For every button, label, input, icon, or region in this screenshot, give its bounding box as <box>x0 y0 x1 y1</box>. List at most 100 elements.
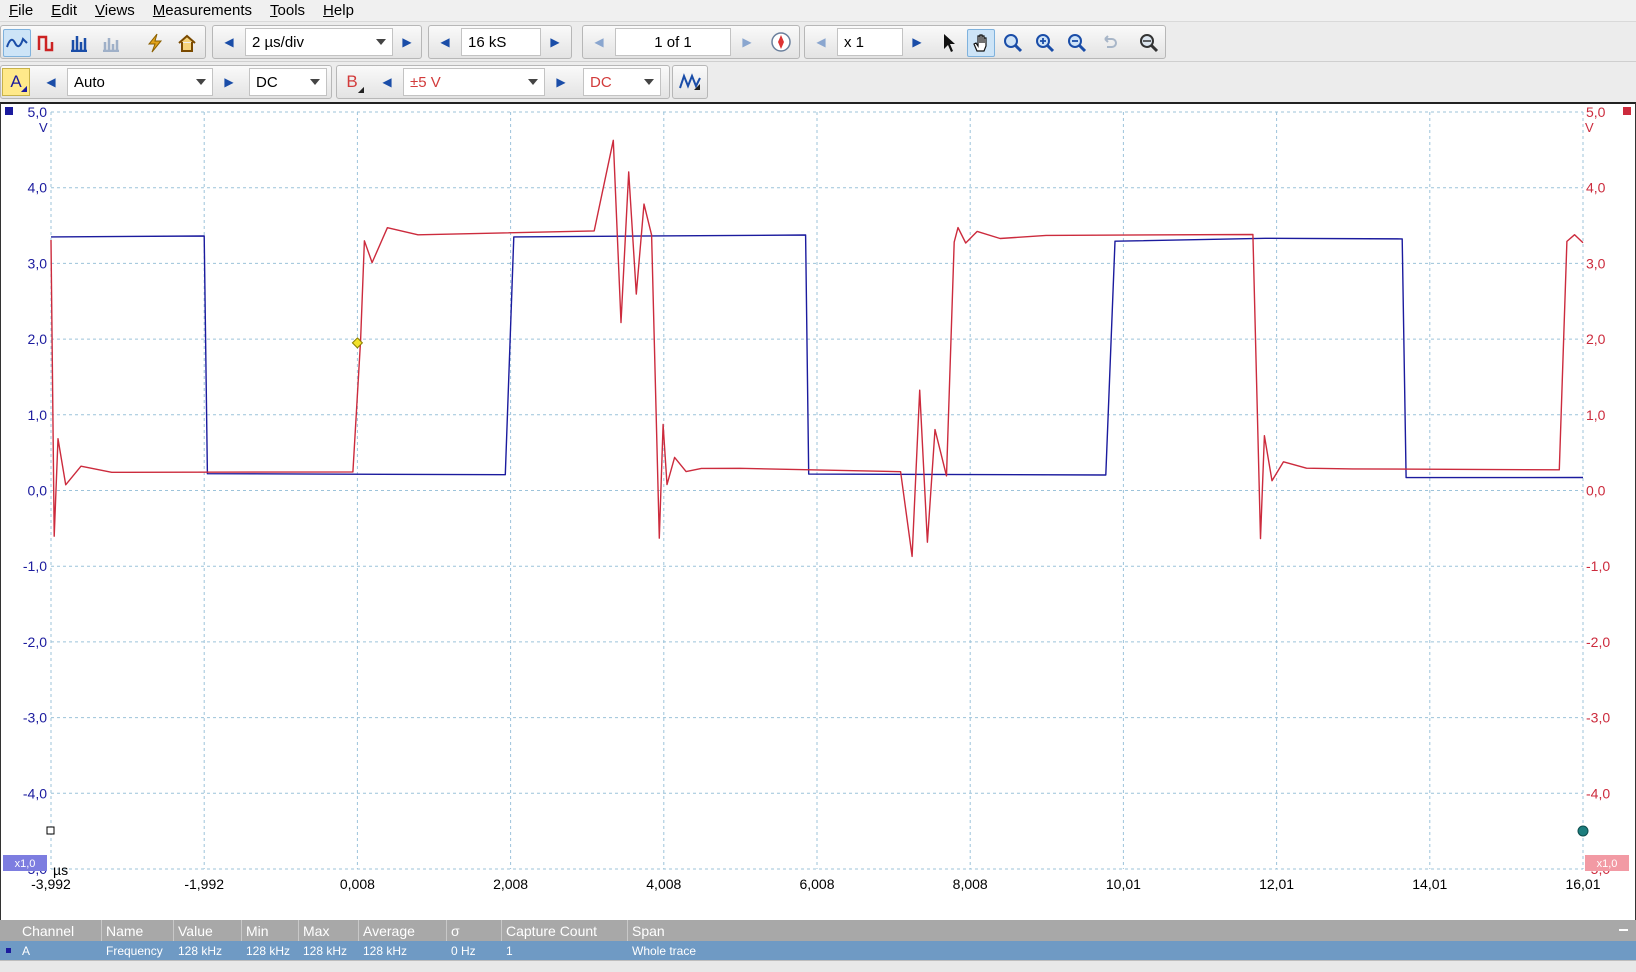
chevron-down-icon <box>376 39 386 45</box>
cell-span: Whole trace <box>632 943 697 958</box>
zoom-out-icon[interactable] <box>1063 29 1091 57</box>
picoscope-window: File Edit Views Measurements Tools Help <box>0 0 1636 972</box>
x-tick-label: 8,008 <box>953 876 988 892</box>
y-tick-label-right: 5,0 <box>1586 104 1606 120</box>
spectrum-mode-icon[interactable] <box>65 29 93 57</box>
mode-group <box>0 25 206 59</box>
scope-mode-icon[interactable] <box>3 29 31 57</box>
menu-views[interactable]: Views <box>86 0 144 22</box>
chevron-down-icon <box>310 79 320 85</box>
persistence-mode-icon[interactable] <box>33 29 61 57</box>
col-channel[interactable]: Channel <box>18 920 102 941</box>
math-group <box>672 65 708 99</box>
y-tick-label-right: -4,0 <box>1586 785 1610 801</box>
chevron-down-icon <box>644 79 654 85</box>
ruler-handle-right[interactable] <box>1577 825 1589 837</box>
spectrum-persist-icon[interactable] <box>97 29 125 57</box>
pointer-icon[interactable] <box>935 29 963 57</box>
channel-a-range-next-button[interactable]: ▶ <box>215 68 243 96</box>
channel-a-marker[interactable] <box>5 107 13 115</box>
channel-options-icon: ◢ <box>20 84 27 93</box>
y-tick-label-left: 4,0 <box>28 180 48 196</box>
col-min[interactable]: Min <box>242 920 299 941</box>
col-value[interactable]: Value <box>174 920 242 941</box>
x-tick-label: 4,008 <box>646 876 681 892</box>
zoom-prev-button[interactable]: ◀ <box>807 28 835 56</box>
scope-view[interactable]: 5,04,03,02,01,00,0-1,0-2,0-3,0-4,0-5,0 5… <box>0 102 1636 920</box>
cell-channel: A <box>22 943 31 958</box>
channel-b-marker[interactable] <box>1623 107 1631 115</box>
y-axis-left-ticks: 5,04,03,02,01,00,0-1,0-2,0-3,0-4,0-5,0 <box>23 104 47 877</box>
y-tick-label-right: 1,0 <box>1586 407 1606 423</box>
x-tick-label: -3,992 <box>31 876 71 892</box>
channel-b-button[interactable]: B ◢ <box>338 68 366 96</box>
timebase-select[interactable]: 2 µs/div <box>245 28 393 56</box>
channel-b-range-prev-button[interactable]: ◀ <box>373 68 401 96</box>
chevron-down-icon <box>528 79 538 85</box>
home-icon[interactable] <box>173 29 201 57</box>
zoom-field[interactable]: x 1 <box>837 28 903 56</box>
channel-b-coupling-select[interactable]: DC <box>583 68 661 96</box>
y-tick-label-left: 1,0 <box>28 407 48 423</box>
buffer-prev-button[interactable]: ◀ <box>585 28 613 56</box>
col-max[interactable]: Max <box>299 920 359 941</box>
y-tick-label-right: 3,0 <box>1586 255 1606 271</box>
col-name[interactable]: Name <box>102 920 174 941</box>
samples-prev-button[interactable]: ◀ <box>431 28 459 56</box>
buffer-field[interactable]: 1 of 1 <box>615 28 731 56</box>
zoom-in-icon[interactable] <box>1031 29 1059 57</box>
zoom-overview-icon[interactable] <box>1135 29 1163 57</box>
scale-left-label: x1,0 <box>15 858 36 870</box>
timebase-next-button[interactable]: ▶ <box>393 28 421 56</box>
channel-a-range-prev-button[interactable]: ◀ <box>37 68 65 96</box>
channel-a-button[interactable]: A ◢ <box>2 68 30 96</box>
timebase-prev-button[interactable]: ◀ <box>215 28 243 56</box>
menu-tools[interactable]: Tools <box>261 0 314 22</box>
menu-edit[interactable]: Edit <box>42 0 86 22</box>
cell-average: 128 kHz <box>363 943 408 958</box>
channel-color-icon <box>6 948 11 953</box>
col-average[interactable]: Average <box>359 920 447 941</box>
scale-right-label: x1,0 <box>1597 858 1618 870</box>
menu-measurements[interactable]: Measurements <box>144 0 261 22</box>
col-span[interactable]: Span <box>628 920 1618 941</box>
samples-field[interactable]: 16 kS <box>461 28 541 56</box>
x-tick-label: 2,008 <box>493 876 528 892</box>
ruler-handle-left[interactable] <box>46 826 55 835</box>
menu-help[interactable]: Help <box>314 0 363 22</box>
measurements-table: Channel Name Value Min Max Average σ Cap… <box>0 920 1636 960</box>
cell-max: 128 kHz <box>303 943 348 958</box>
menu-file[interactable]: File <box>0 0 42 22</box>
x-tick-label: 14,01 <box>1412 876 1447 892</box>
cell-value: 128 kHz <box>178 943 223 958</box>
y-tick-label-right: -3,0 <box>1586 710 1610 726</box>
col-sigma[interactable]: σ <box>447 920 502 941</box>
samples-next-button[interactable]: ▶ <box>541 28 569 56</box>
collapse-icon[interactable] <box>1619 929 1628 931</box>
cell-sigma: 0 Hz <box>451 943 476 958</box>
hand-tool-icon[interactable] <box>967 29 995 57</box>
buffer-next-button[interactable]: ▶ <box>733 28 761 56</box>
auto-setup-icon[interactable] <box>141 29 169 57</box>
timebase-group: ◀ 2 µs/div ▶ <box>212 25 422 59</box>
channel-b-range-next-button[interactable]: ▶ <box>547 68 575 96</box>
col-capture-count[interactable]: Capture Count <box>502 920 628 941</box>
channel-b-range-select[interactable]: ±5 V <box>403 68 545 96</box>
y-tick-label-left: 0,0 <box>28 483 48 499</box>
channel-options-icon: ◢ <box>357 85 364 94</box>
menu-bar: File Edit Views Measurements Tools Help <box>0 0 1636 22</box>
graticule <box>50 111 1584 870</box>
scope-plot[interactable]: 5,04,03,02,01,00,0-1,0-2,0-3,0-4,0-5,0 5… <box>1 104 1635 920</box>
undo-zoom-icon[interactable] <box>1095 29 1123 57</box>
channel-b-group: B ◢ ◀ ±5 V ▶ DC <box>336 65 670 99</box>
trace-channel-a <box>50 234 1584 479</box>
zoom-select-icon[interactable] <box>999 29 1027 57</box>
channel-a-range-select[interactable]: Auto <box>67 68 213 96</box>
math-channel-icon[interactable] <box>676 68 704 96</box>
compass-icon[interactable] <box>767 28 795 56</box>
channel-a-coupling-select[interactable]: DC <box>249 68 327 96</box>
x-unit: µs <box>53 862 68 878</box>
table-row[interactable]: A Frequency 128 kHz 128 kHz 128 kHz 128 … <box>0 941 1636 960</box>
samples-group: ◀ 16 kS ▶ <box>428 25 572 59</box>
zoom-next-button[interactable]: ▶ <box>903 28 931 56</box>
